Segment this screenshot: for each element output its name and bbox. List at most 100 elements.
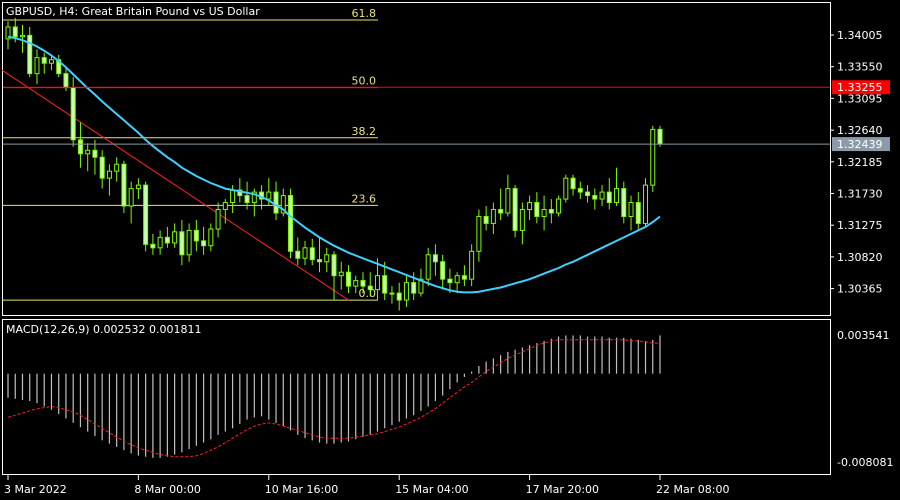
candle-body [244, 195, 250, 204]
candle-body [498, 209, 504, 214]
candle-body [324, 254, 330, 263]
candle-body [643, 184, 649, 224]
candle-body [345, 271, 351, 287]
fib-label: 38.2 [352, 125, 377, 138]
fibonacci-levels: 61.8 50.0 38.2 23.6 0.0 [3, 7, 378, 301]
macd-label: MACD(12,26,9) 0.002532 0.001811 [6, 323, 202, 336]
trendline [1, 69, 349, 301]
candle-body [621, 188, 627, 217]
candle-body [193, 229, 199, 242]
candle-body [505, 188, 511, 214]
candle-body [650, 128, 656, 186]
candle-body [396, 292, 402, 301]
candle-body [19, 34, 25, 38]
candle-body [317, 259, 323, 263]
price-tick-label: 1.30820 [837, 251, 883, 264]
candle-body [389, 292, 395, 295]
candle-body [382, 275, 388, 294]
candle-body [548, 209, 554, 214]
time-tick-label: 22 Mar 08:00 [656, 483, 729, 496]
candle-body [657, 128, 663, 145]
candle-body [92, 149, 98, 158]
price-tick-label: 1.31275 [837, 219, 883, 232]
candle-body [635, 202, 641, 224]
candle-body [541, 209, 547, 217]
candle-body [512, 188, 518, 231]
candle-body [295, 250, 301, 259]
candle-body [121, 163, 127, 207]
candle-body [309, 247, 315, 261]
candle-body [222, 202, 228, 211]
candle-body [447, 278, 453, 284]
candle-body [490, 209, 496, 224]
candle-body [77, 139, 83, 155]
price-tick-label: 1.32640 [837, 124, 883, 137]
candle-body [403, 282, 409, 301]
time-axis: 3 Mar 2022 8 Mar 00:00 10 Mar 16:00 15 Mar … [4, 475, 729, 496]
candle-body [41, 57, 47, 64]
fib-label: 61.8 [352, 7, 377, 20]
candle-body [353, 280, 359, 287]
candle-body [48, 59, 54, 64]
candle-body [186, 229, 192, 256]
candle-body [114, 163, 120, 172]
fib-label: 23.6 [352, 192, 377, 205]
time-tick-label: 8 Mar 00:00 [134, 483, 200, 496]
candle-body [563, 177, 569, 200]
macd-tick-label: 0.003541 [837, 329, 890, 342]
price-tick-label: 1.33095 [837, 92, 883, 105]
candle-body [302, 247, 308, 259]
candle-body [483, 215, 489, 224]
candle-body [143, 184, 149, 245]
candle-body [266, 191, 272, 200]
candle-body [273, 191, 279, 214]
candle-body [85, 149, 91, 155]
candle-body [454, 275, 460, 284]
price-tick-label: 1.33550 [837, 61, 883, 74]
candle-body [599, 191, 605, 200]
chart-title: GBPUSD, H4: Great Britain Pound vs US Do… [6, 5, 260, 18]
fib-label: 0.0 [359, 287, 377, 300]
price-tick-label: 1.34005 [837, 29, 883, 42]
macd-panel-frame [2, 319, 831, 475]
candle-body [440, 261, 446, 280]
candle-body [27, 34, 33, 75]
candle-body [230, 189, 236, 204]
price-tick-label: 1.31730 [837, 187, 883, 200]
fib-label: 50.0 [352, 75, 377, 88]
candle-body [469, 250, 475, 280]
price-tag-label: 1.33255 [837, 81, 883, 94]
candle-body [585, 191, 591, 197]
candle-body [614, 188, 620, 204]
candle-body [70, 87, 76, 141]
candle-body [570, 177, 576, 190]
candle-body [157, 236, 163, 249]
candle-body [150, 243, 156, 249]
trendline-segment [1, 69, 349, 301]
macd-series [7, 335, 661, 458]
candle-body [606, 191, 612, 204]
candle-body [476, 215, 482, 252]
price-axis: 1.34005 1.33550 1.33095 1.32640 1.32185 1.317… [3, 29, 890, 296]
candle-body [461, 275, 467, 280]
macd-axis: 0.003541 -0.008081 [837, 329, 893, 469]
candle-body [534, 202, 540, 217]
candle-body [425, 254, 431, 280]
candle-body [215, 209, 221, 230]
candle-body [556, 198, 562, 214]
price-tag-label: 1.32439 [837, 138, 883, 151]
price-tick-label: 1.32185 [837, 156, 883, 169]
candle-body [63, 73, 69, 89]
candle-body [628, 202, 634, 217]
price-tick-label: 1.30365 [837, 283, 883, 296]
macd-tick-label: -0.008081 [837, 456, 893, 469]
time-tick-label: 3 Mar 2022 [4, 483, 67, 496]
candle-body [164, 236, 170, 244]
candle-body [288, 195, 294, 252]
candle-body [99, 156, 105, 179]
candle-body [527, 202, 533, 211]
trading-chart: 61.8 50.0 38.2 23.6 0.0 1.34005 1.33550 1.3309… [1, 2, 893, 496]
price-panel-frame [2, 2, 831, 316]
candle-body [135, 184, 141, 190]
candle-body [338, 271, 344, 277]
